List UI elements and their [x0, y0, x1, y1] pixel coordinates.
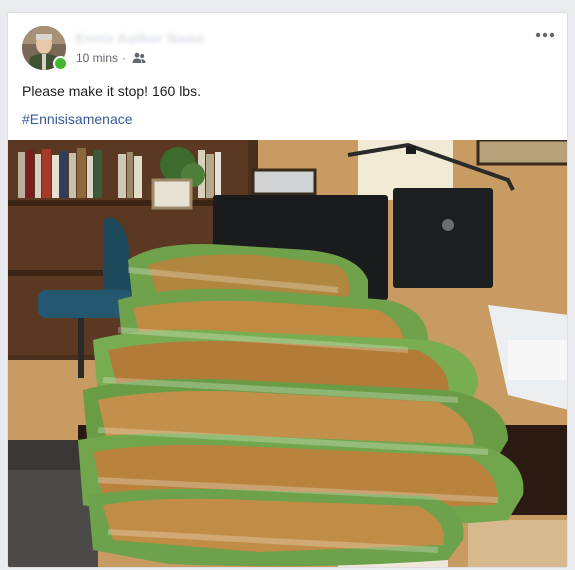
more-options-button[interactable]: [533, 27, 557, 43]
timestamp-link[interactable]: 10 mins: [76, 51, 118, 65]
meta-separator: ·: [122, 51, 127, 65]
rice-bags-photo: [8, 140, 567, 567]
post-photo[interactable]: [8, 140, 567, 567]
more-options-icon: [535, 32, 555, 38]
friends-icon[interactable]: [132, 52, 146, 64]
hashtag-link[interactable]: #Ennisisamenace: [22, 111, 133, 127]
post-meta: 10 mins ·: [76, 51, 146, 65]
online-status-indicator: [53, 56, 68, 71]
author-avatar[interactable]: [22, 26, 68, 71]
author-name[interactable]: Ennis Author Name: [76, 31, 205, 46]
post-card: Ennis Author Name 10 mins · Please make …: [7, 12, 568, 568]
post-text: Please make it stop! 160 lbs.: [22, 83, 201, 99]
post-header: Ennis Author Name 10 mins ·: [8, 13, 567, 77]
